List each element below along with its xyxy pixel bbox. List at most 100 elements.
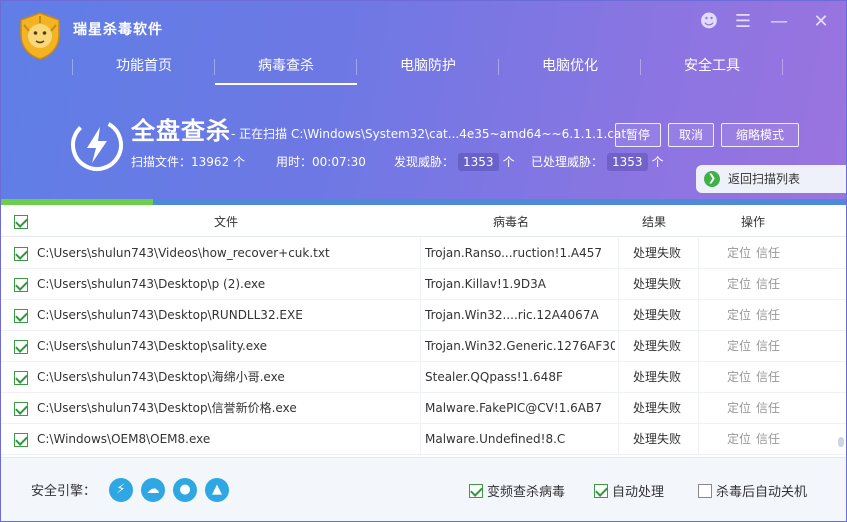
- row-checkbox[interactable]: [14, 309, 28, 323]
- column-divider: [698, 362, 699, 393]
- table-row: C:\Users\shulun743\Desktop\RUNDLL32.EXE …: [1, 300, 846, 331]
- pause-button[interactable]: 暂停: [615, 123, 661, 147]
- file-path: C:\Users\shulun743\Desktop\信誉新价格.exe: [37, 401, 297, 415]
- cancel-button[interactable]: 取消: [668, 123, 714, 147]
- locate-link[interactable]: 定位: [727, 269, 753, 300]
- tab-virus-scan[interactable]: 病毒查杀: [215, 49, 357, 85]
- close-icon[interactable]: ✕: [809, 11, 833, 33]
- result-status: 处理失败: [633, 277, 682, 291]
- locate-link[interactable]: 定位: [727, 393, 753, 424]
- locate-link[interactable]: 定位: [727, 300, 753, 331]
- row-checkbox[interactable]: [14, 433, 28, 447]
- trust-link[interactable]: 信任: [756, 424, 782, 455]
- threats-found-stat: 发现威胁： 1353 个: [394, 153, 515, 171]
- minimize-icon[interactable]: —: [767, 11, 791, 33]
- auto-shutdown-checkbox[interactable]: [698, 484, 712, 498]
- scanned-files-stat: 扫描文件：13962 个: [131, 153, 245, 171]
- app-title: 瑞星杀毒软件: [73, 22, 163, 38]
- freq-scan-label: 变频查杀病毒: [487, 485, 566, 500]
- select-all-checkbox[interactable]: [14, 215, 28, 229]
- back-to-scan-list-button[interactable]: ❯ 返回扫描列表: [696, 165, 846, 193]
- result-status: 处理失败: [633, 401, 682, 415]
- table-row: C:\Users\shulun743\Desktop\p (2).exe Tro…: [1, 269, 846, 300]
- drive-engine-icon[interactable]: ▲: [205, 478, 229, 502]
- results-table-header: 文件 病毒名 结果 操作: [1, 207, 846, 237]
- locate-link[interactable]: 定位: [727, 424, 753, 455]
- lightning-scan-icon: [71, 119, 123, 171]
- column-divider: [420, 269, 421, 300]
- virus-name: Trojan.Ranso...ruction!1.A457: [425, 246, 603, 260]
- column-divider: [618, 362, 619, 393]
- engine-label: 安全引擎：: [31, 484, 97, 499]
- tab-home[interactable]: 功能首页: [73, 49, 215, 85]
- column-divider: [698, 238, 699, 269]
- header: 瑞星杀毒软件 ☻ ☰ — ✕ 功能首页 病毒查杀 电脑防护 电脑优化 安全工具 …: [1, 1, 846, 201]
- column-divider: [420, 331, 421, 362]
- locate-link[interactable]: 定位: [727, 331, 753, 362]
- trust-link[interactable]: 信任: [756, 269, 782, 300]
- trust-link[interactable]: 信任: [756, 331, 782, 362]
- table-row: C:\Windows\OEM8\OEM8.exe Malware.Undefin…: [1, 424, 846, 455]
- tab-security-tools[interactable]: 安全工具: [641, 49, 783, 85]
- row-checkbox[interactable]: [14, 371, 28, 385]
- lightning-engine-icon[interactable]: ⚡: [109, 478, 133, 502]
- scanned-files-unit: 个: [233, 155, 246, 169]
- menu-icon[interactable]: ☰: [731, 11, 755, 33]
- tab-optimize[interactable]: 电脑优化: [499, 49, 641, 85]
- auto-handle-checkbox[interactable]: [594, 484, 608, 498]
- table-row: C:\Users\shulun743\Desktop\sality.exe Tr…: [1, 331, 846, 362]
- user-icon[interactable]: ☻: [697, 11, 721, 33]
- result-status: 处理失败: [633, 308, 682, 322]
- row-checkbox[interactable]: [14, 278, 28, 292]
- column-divider: [698, 331, 699, 362]
- column-divider: [618, 393, 619, 424]
- trust-link[interactable]: 信任: [756, 238, 782, 269]
- file-column-header: 文件: [213, 215, 238, 229]
- scan-current-path: - 正在扫描 C:\Windows\System32\cat...4e35~am…: [231, 127, 627, 141]
- threats-handled-stat: 已处理威胁： 1353 个: [531, 153, 664, 171]
- row-checkbox[interactable]: [14, 247, 28, 261]
- threats-found-label: 发现威胁：: [394, 155, 455, 169]
- column-divider: [618, 331, 619, 362]
- result-status: 处理失败: [633, 246, 682, 260]
- tab-protection[interactable]: 电脑防护: [357, 49, 499, 85]
- column-divider: [698, 393, 699, 424]
- row-checkbox[interactable]: [14, 402, 28, 416]
- threats-handled-label: 已处理威胁：: [531, 155, 604, 169]
- threats-handled-value: 1353: [607, 153, 648, 171]
- result-status: 处理失败: [633, 339, 682, 353]
- table-row: C:\Users\shulun743\Videos\how_recover+cu…: [1, 238, 846, 269]
- virus-name: Malware.FakePIC@CV!1.6AB7: [425, 401, 602, 415]
- user-engine-icon[interactable]: ●: [173, 478, 197, 502]
- trust-link[interactable]: 信任: [756, 393, 782, 424]
- file-path: C:\Users\shulun743\Desktop\sality.exe: [37, 339, 268, 353]
- scanned-files-label: 扫描文件：: [131, 155, 192, 169]
- column-divider: [618, 424, 619, 455]
- scan-progress-fill: [1, 199, 154, 205]
- mini-mode-button[interactable]: 缩略模式: [721, 123, 799, 147]
- trust-link[interactable]: 信任: [756, 300, 782, 331]
- auto-handle-label: 自动处理: [612, 485, 665, 500]
- cloud-engine-icon[interactable]: ☁: [141, 478, 165, 502]
- freq-scan-option[interactable]: 变频查杀病毒: [469, 481, 565, 500]
- scrollbar-thumb[interactable]: [838, 437, 844, 447]
- column-divider: [698, 300, 699, 331]
- locate-link[interactable]: 定位: [727, 238, 753, 269]
- table-row: C:\Users\shulun743\Desktop\信誉新价格.exe Mal…: [1, 393, 846, 424]
- auto-shutdown-label: 杀毒后自动关机: [716, 485, 808, 500]
- result-column-header: 结果: [641, 215, 666, 229]
- result-status: 处理失败: [633, 432, 682, 446]
- auto-handle-option[interactable]: 自动处理: [594, 481, 664, 500]
- elapsed-time-stat: 用时：00:07:30: [276, 153, 366, 171]
- auto-shutdown-option[interactable]: 杀毒后自动关机: [698, 481, 807, 500]
- locate-link[interactable]: 定位: [727, 362, 753, 393]
- main-nav: 功能首页 病毒查杀 电脑防护 电脑优化 安全工具: [1, 49, 846, 85]
- freq-scan-checkbox[interactable]: [469, 484, 483, 498]
- file-path: C:\Users\shulun743\Desktop\RUNDLL32.EXE: [37, 308, 303, 322]
- file-path: C:\Windows\OEM8\OEM8.exe: [37, 432, 211, 446]
- row-checkbox[interactable]: [14, 340, 28, 354]
- virus-column-header: 病毒名: [492, 215, 529, 229]
- trust-link[interactable]: 信任: [756, 362, 782, 393]
- column-divider: [618, 269, 619, 300]
- column-divider: [420, 393, 421, 424]
